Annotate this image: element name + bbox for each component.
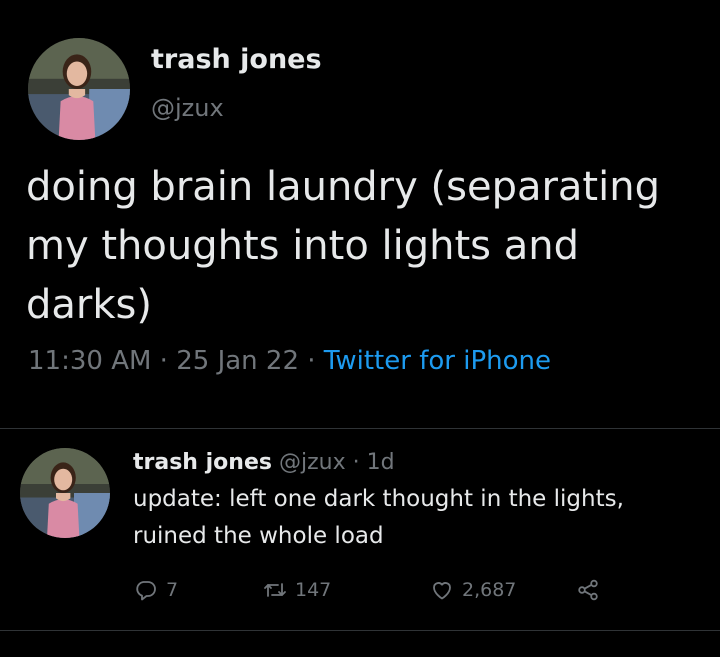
user-handle[interactable]: @jzux — [151, 94, 224, 122]
reply-button[interactable]: 7 — [134, 572, 178, 608]
divider — [0, 428, 720, 429]
meta-separator: · — [299, 346, 324, 376]
retweet-count: 147 — [295, 579, 332, 601]
like-icon — [433, 582, 451, 600]
avatar[interactable] — [28, 38, 130, 140]
reply-text: update: left one dark thought in the lig… — [133, 486, 624, 549]
tweet-time[interactable]: 11:30 AM — [28, 346, 151, 376]
tweet-date[interactable]: 25 Jan 22 — [176, 346, 299, 376]
action-bar: 7 147 2,687 — [130, 572, 690, 608]
tweet-text: doing brain laundry (separating my thoug… — [26, 164, 660, 328]
retweet-button[interactable]: 147 — [263, 572, 331, 608]
reply-icon — [136, 581, 156, 601]
like-count: 2,687 — [462, 579, 517, 601]
reply-header: trash jones @jzux · 1d — [133, 450, 395, 475]
main-tweet: trash jones @jzux doing brain laundry (s… — [0, 0, 720, 420]
avatar-photo — [20, 448, 110, 538]
reply-age[interactable]: 1d — [367, 450, 395, 475]
like-button[interactable]: 2,687 — [430, 572, 516, 608]
share-icon — [578, 579, 598, 601]
divider — [0, 630, 720, 631]
tweet-meta: 11:30 AM · 25 Jan 22 · Twitter for iPhon… — [28, 346, 551, 376]
avatar-photo — [28, 38, 130, 140]
retweet-icon — [264, 583, 286, 597]
share-button[interactable] — [576, 572, 600, 608]
reply-avatar[interactable] — [20, 448, 110, 538]
reply-dot: · — [345, 450, 367, 475]
meta-separator: · — [151, 346, 177, 376]
reply-display-name[interactable]: trash jones — [133, 450, 272, 475]
tweet-source-link[interactable]: Twitter for iPhone — [324, 346, 551, 376]
reply-handle[interactable]: @jzux — [279, 450, 346, 475]
reply-count: 7 — [166, 579, 179, 601]
display-name[interactable]: trash jones — [151, 44, 322, 75]
